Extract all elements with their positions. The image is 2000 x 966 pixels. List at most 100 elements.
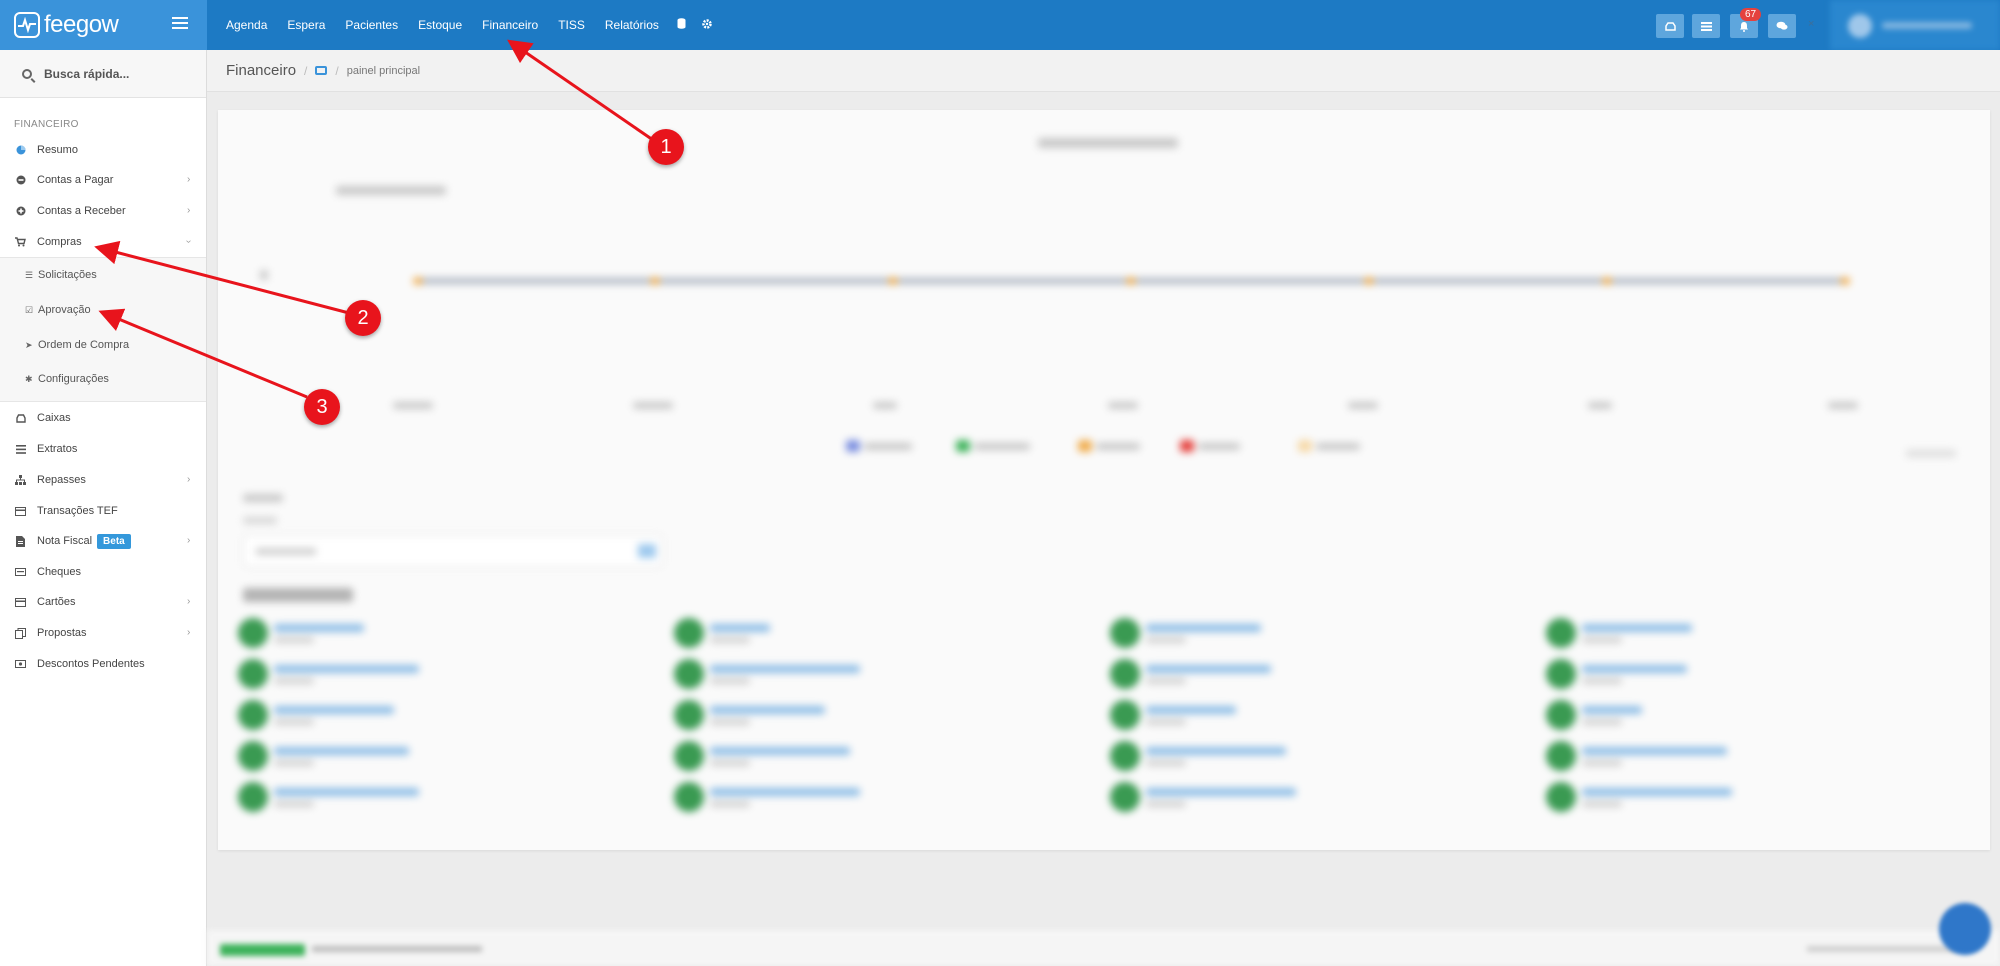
sidebar-item-repasses[interactable]: Repasses › — [0, 466, 206, 494]
list-icon[interactable] — [1692, 14, 1720, 38]
chat-icon[interactable] — [1768, 14, 1796, 38]
axis-tick — [1588, 402, 1612, 409]
sidebar-item-cheques[interactable]: Cheques — [0, 558, 206, 586]
plus-circle-icon — [15, 206, 26, 217]
shortcut-tile[interactable] — [238, 659, 658, 693]
chevron-right-icon: › — [187, 535, 191, 546]
sidebar-item-nota-fiscal[interactable]: Nota Fiscal Beta › — [0, 527, 206, 555]
shortcut-tile[interactable] — [674, 741, 1094, 775]
shortcut-tile[interactable] — [1110, 700, 1530, 734]
list-icon: ☰ — [25, 269, 34, 280]
inbox-icon[interactable] — [1656, 14, 1684, 38]
close-icon[interactable]: × — [1808, 18, 1814, 30]
compras-submenu: ☰ Solicitações ☑ Aprovação ➤ Ordem de Co… — [0, 257, 206, 402]
shortcut-tile[interactable] — [1546, 700, 1966, 734]
chart-footnote — [1906, 450, 1956, 457]
axis-tick — [633, 402, 673, 409]
submenu-item-label: Ordem de Compra — [38, 339, 130, 351]
send-icon: ➤ — [25, 339, 33, 350]
sidebar-item-propostas[interactable]: Propostas › — [0, 619, 206, 647]
submenu-item-solicitacoes[interactable]: ☰ Solicitações — [0, 258, 206, 292]
submenu-item-label: Aprovação — [38, 304, 91, 316]
shortcut-tile[interactable] — [1546, 741, 1966, 775]
sidebar-item-transacoes-tef[interactable]: Transações TEF — [0, 497, 206, 525]
nav-espera[interactable]: Espera — [277, 18, 335, 32]
gear-icon[interactable] — [694, 18, 720, 32]
footer-text — [1807, 946, 1957, 952]
database-icon[interactable] — [669, 18, 694, 32]
footer-text — [312, 946, 482, 952]
sidebar-item-label: Transações TEF — [37, 505, 118, 517]
chart-point — [1126, 277, 1136, 285]
nav-estoque[interactable]: Estoque — [408, 18, 472, 32]
sidebar-item-resumo[interactable]: Resumo — [0, 136, 206, 164]
nav-relatorios[interactable]: Relatórios — [595, 18, 669, 32]
axis-tick — [1348, 402, 1378, 409]
sidebar-item-compras[interactable]: Compras › — [0, 228, 206, 256]
filter-select[interactable] — [243, 535, 663, 567]
shortcut-tile[interactable] — [1110, 618, 1530, 652]
shortcut-tile[interactable] — [238, 700, 658, 734]
file-icon — [15, 535, 26, 547]
shortcut-tile[interactable] — [1546, 659, 1966, 693]
cart-icon — [15, 237, 26, 248]
check-square-icon: ☑ — [25, 304, 34, 315]
avatar — [1848, 14, 1872, 38]
page-title: Financeiro — [226, 62, 297, 79]
sidebar-item-label: Contas a Pagar — [37, 174, 114, 186]
sidebar-item-label: Resumo — [37, 144, 78, 156]
shortcut-tile[interactable] — [1110, 659, 1530, 693]
shortcut-tile[interactable] — [674, 659, 1094, 693]
sidebar-item-cartoes[interactable]: Cartões › — [0, 588, 206, 616]
shortcut-tile[interactable] — [1546, 618, 1966, 652]
nav-tiss[interactable]: TISS — [548, 18, 595, 32]
sidebar-item-label: Nota Fiscal — [37, 535, 93, 547]
chart-point — [1840, 277, 1850, 285]
sidebar-item-contas-a-receber[interactable]: Contas a Receber › — [0, 197, 206, 225]
heartbeat-icon — [14, 12, 40, 38]
nav-pacientes[interactable]: Pacientes — [335, 18, 408, 32]
legend-label — [1096, 443, 1140, 450]
help-chat-button[interactable] — [1939, 903, 1991, 955]
submenu-item-ordem-de-compra[interactable]: ➤ Ordem de Compra — [0, 328, 206, 362]
shortcut-tile[interactable] — [238, 618, 658, 652]
sidebar-item-contas-a-pagar[interactable]: Contas a Pagar › — [0, 166, 206, 194]
submenu-item-configuracoes[interactable]: ✱ Configurações — [0, 362, 206, 396]
quick-search-placeholder: Busca rápida... — [44, 66, 130, 81]
shortcut-tile[interactable] — [238, 741, 658, 775]
logo-area: feegow — [0, 0, 207, 50]
shortcut-tile[interactable] — [1110, 741, 1530, 775]
legend-label — [864, 443, 912, 450]
breadcrumb-current: painel principal — [346, 64, 421, 77]
sidebar-item-extratos[interactable]: Extratos — [0, 435, 206, 463]
chart-subtitle-blurred — [336, 186, 446, 195]
shortcut-tile[interactable] — [674, 782, 1094, 816]
shortcut-tile[interactable] — [238, 782, 658, 816]
nav-financeiro[interactable]: Financeiro — [472, 18, 548, 32]
minus-circle-icon — [15, 175, 26, 186]
sidebar-item-label: Caixas — [37, 412, 71, 424]
quick-search[interactable]: Busca rápida... — [0, 50, 206, 98]
nav-agenda[interactable]: Agenda — [216, 18, 277, 32]
credit-card-icon — [15, 506, 26, 517]
chart-point — [1364, 277, 1374, 285]
legend-swatch — [1078, 440, 1092, 452]
shortcut-tile[interactable] — [1546, 782, 1966, 816]
submenu-item-label: Solicitações — [38, 269, 97, 281]
list-icon — [15, 444, 26, 455]
status-pill — [220, 944, 305, 956]
menu-toggle-icon[interactable] — [172, 17, 188, 31]
shortcut-tile[interactable] — [1110, 782, 1530, 816]
inbox-icon — [15, 413, 26, 424]
sidebar-item-label: Contas a Receber — [37, 205, 126, 217]
shortcut-tile[interactable] — [674, 618, 1094, 652]
submenu-item-aprovacao[interactable]: ☑ Aprovação — [0, 293, 206, 327]
legend-label — [974, 443, 1030, 450]
money-icon[interactable] — [315, 66, 328, 75]
feegow-logo[interactable]: feegow — [14, 11, 119, 39]
sidebar-item-caixas[interactable]: Caixas — [0, 404, 206, 432]
axis-tick — [1108, 402, 1138, 409]
sidebar-item-descontos-pendentes[interactable]: Descontos Pendentes — [0, 650, 206, 678]
user-menu[interactable] — [1830, 0, 2000, 50]
shortcut-tile[interactable] — [674, 700, 1094, 734]
